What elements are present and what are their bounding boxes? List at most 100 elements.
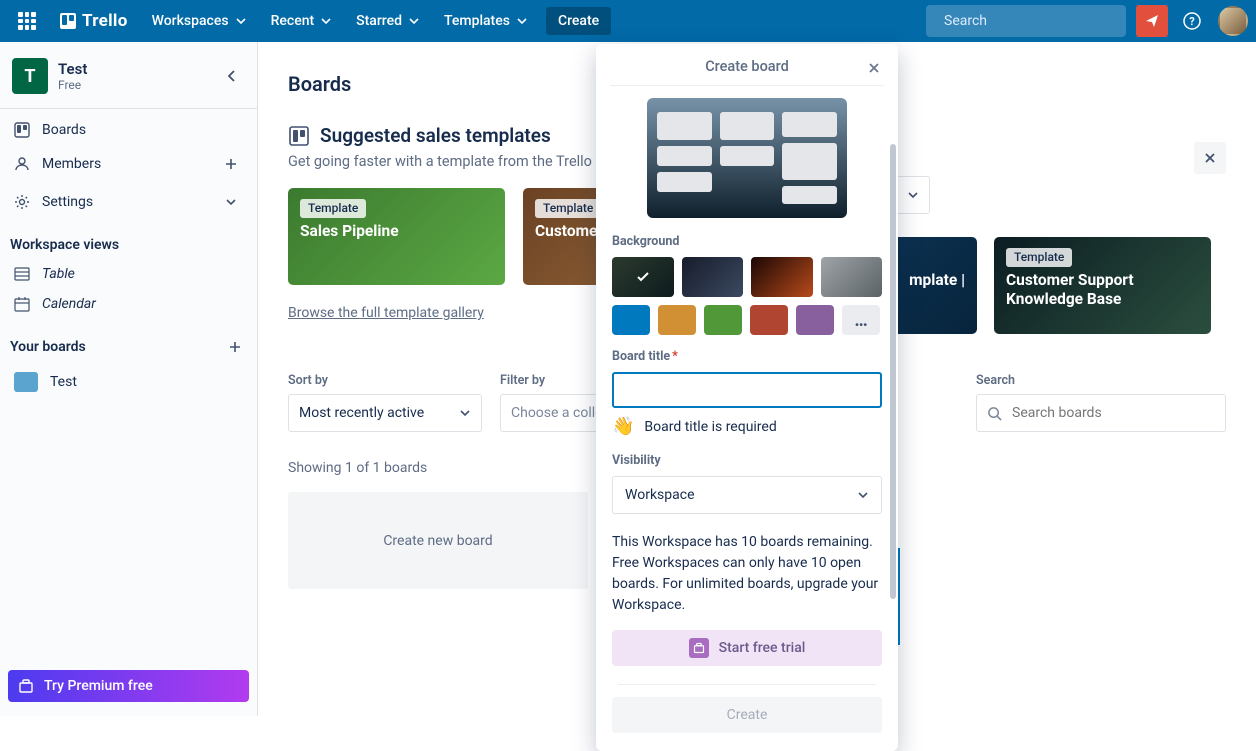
search-input[interactable] xyxy=(942,12,1124,30)
trello-board-icon xyxy=(60,13,76,29)
settings-expand-button[interactable] xyxy=(219,190,243,214)
sort-select[interactable]: Most recently active xyxy=(288,394,482,432)
sidebar-board-item[interactable]: Test xyxy=(0,365,257,399)
background-swatch[interactable] xyxy=(682,257,744,297)
filter-label: Search xyxy=(976,373,1226,388)
board-title-input[interactable] xyxy=(612,372,882,408)
plus-icon xyxy=(224,157,238,171)
color-swatch[interactable] xyxy=(704,305,742,335)
background-color-row: … xyxy=(612,305,882,335)
chevron-down-icon xyxy=(408,15,420,27)
sidebar-item-calendar[interactable]: Calendar xyxy=(0,289,257,319)
search-icon xyxy=(987,406,1002,421)
nav-recent[interactable]: Recent xyxy=(261,7,343,35)
title-hint: 👋 Board title is required xyxy=(612,416,882,437)
visibility-label: Visibility xyxy=(612,453,882,468)
chevron-down-icon xyxy=(320,15,332,27)
apps-grid-icon xyxy=(18,12,36,30)
background-swatch[interactable] xyxy=(751,257,813,297)
color-swatch[interactable] xyxy=(612,305,650,335)
help-button[interactable]: ? xyxy=(1176,5,1208,37)
chevron-down-icon xyxy=(907,189,919,201)
plus-icon xyxy=(228,340,242,354)
heading-label: Your boards xyxy=(10,339,86,355)
wave-icon: 👋 xyxy=(612,416,634,437)
briefcase-icon xyxy=(689,638,709,658)
template-title: Customer Support Knowledge Base xyxy=(1006,271,1199,310)
workspace-header[interactable]: T Test Free xyxy=(0,50,257,102)
popover-close-button[interactable] xyxy=(862,56,886,80)
required-asterisk: * xyxy=(672,349,678,364)
boards-search-input[interactable] xyxy=(1010,404,1215,422)
briefcase-icon xyxy=(18,678,34,694)
trello-logo[interactable]: Trello xyxy=(50,5,138,37)
sidebar-item-label: Boards xyxy=(42,122,86,138)
color-swatch[interactable] xyxy=(658,305,696,335)
sidebar-item-label: Calendar xyxy=(42,296,96,312)
chevron-down-icon xyxy=(225,196,237,208)
more-colors-button[interactable]: … xyxy=(842,305,880,335)
user-avatar[interactable] xyxy=(1218,6,1248,36)
sidebar-collapse-button[interactable] xyxy=(219,63,245,89)
add-member-button[interactable] xyxy=(219,152,243,176)
template-title: Sales Pipeline xyxy=(300,222,493,241)
filter-label: Sort by xyxy=(288,373,482,388)
members-icon xyxy=(14,156,30,172)
create-new-board-tile[interactable]: Create new board xyxy=(288,492,588,589)
dismiss-suggested-button[interactable] xyxy=(1194,142,1226,174)
sidebar-item-boards[interactable]: Boards xyxy=(0,115,257,145)
global-header: Trello Workspaces Recent Starred Templat… xyxy=(0,0,1256,42)
popover-title: Create board xyxy=(705,58,789,75)
template-badge: Template xyxy=(1006,248,1072,267)
help-icon: ? xyxy=(1183,12,1201,30)
popover-content: Background … Board title* 👋 Board title … xyxy=(604,98,890,733)
add-board-button[interactable] xyxy=(223,335,247,359)
navigation-icon xyxy=(1144,13,1160,29)
nav-templates[interactable]: Templates xyxy=(434,7,538,35)
sidebar-item-label: Test xyxy=(50,374,77,390)
popover-scrollbar[interactable] xyxy=(890,144,896,599)
sort-filter: Sort by Most recently active xyxy=(288,373,482,432)
board-tile-edge xyxy=(898,548,900,645)
nav-create[interactable]: Create xyxy=(546,7,611,35)
color-swatch[interactable] xyxy=(796,305,834,335)
browse-templates-link[interactable]: Browse the full template gallery xyxy=(288,305,484,321)
chevron-down-icon xyxy=(235,15,247,27)
background-swatch[interactable] xyxy=(821,257,883,297)
background-image-row xyxy=(612,257,882,297)
nav-label: Create xyxy=(558,13,599,29)
boards-search: Search xyxy=(976,373,1226,432)
color-swatch[interactable] xyxy=(750,305,788,335)
nav-starred[interactable]: Starred xyxy=(346,7,430,35)
background-label: Background xyxy=(612,234,882,249)
template-card[interactable]: Template Sales Pipeline xyxy=(288,188,505,285)
sidebar: T Test Free Boards Members Settings xyxy=(0,42,258,716)
visibility-select[interactable]: Workspace xyxy=(612,476,882,514)
nav-workspaces[interactable]: Workspaces xyxy=(142,7,257,35)
sidebar-item-members[interactable]: Members xyxy=(0,145,257,183)
sidebar-item-label: Members xyxy=(42,156,101,172)
sidebar-item-table[interactable]: Table xyxy=(0,259,257,289)
sidebar-item-label: Settings xyxy=(42,194,93,210)
chevron-down-icon xyxy=(459,407,471,419)
table-icon xyxy=(14,266,30,282)
hint-text: Board title is required xyxy=(644,419,776,435)
nav-label: Workspaces xyxy=(152,13,229,29)
close-icon xyxy=(1203,151,1217,165)
board-icon xyxy=(14,122,30,138)
background-swatch[interactable] xyxy=(612,257,674,297)
boards-search-box[interactable] xyxy=(976,394,1226,432)
create-board-submit[interactable]: Create xyxy=(612,697,882,733)
chevron-left-icon xyxy=(225,69,239,83)
popover-header: Create board xyxy=(604,56,890,85)
start-trial-button[interactable]: Start free trial xyxy=(612,630,882,666)
sidebar-heading-views: Workspace views xyxy=(0,221,257,259)
notifications-button[interactable] xyxy=(1136,5,1168,37)
try-premium-button[interactable]: Try Premium free xyxy=(8,670,249,702)
sidebar-item-settings[interactable]: Settings xyxy=(0,183,257,221)
nav-label: Templates xyxy=(444,13,510,29)
global-search[interactable] xyxy=(926,5,1126,37)
create-label: Create xyxy=(727,707,768,723)
apps-switcher[interactable] xyxy=(8,6,46,36)
template-card[interactable]: Template Customer Support Knowledge Base xyxy=(994,237,1211,334)
